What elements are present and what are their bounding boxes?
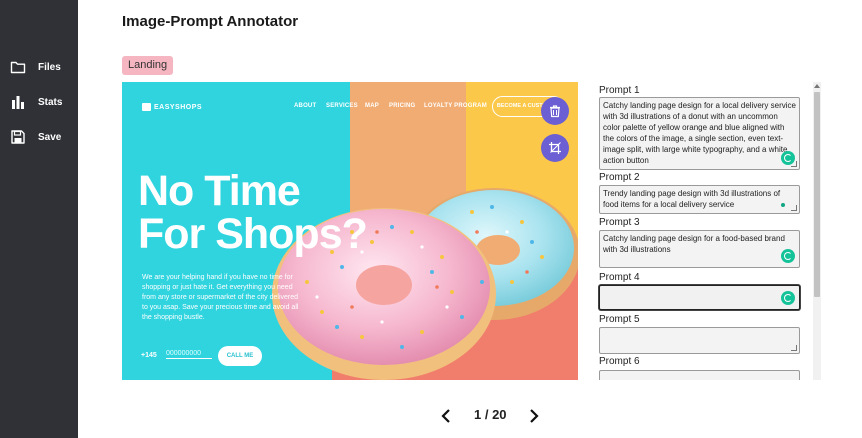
delete-image-button[interactable] xyxy=(541,97,569,125)
trash-icon xyxy=(550,105,560,118)
next-page-button[interactable] xyxy=(529,408,539,424)
sidebar-item-save[interactable]: Save xyxy=(10,129,61,145)
grammarly-status-dot xyxy=(781,203,785,207)
sidebar-item-label: Save xyxy=(38,131,62,143)
annotated-image: EASYSHOPS ABOUT SERVICES MAP PRICING LOY… xyxy=(122,82,578,380)
prompt-3-input[interactable]: Catchy landing page design for a food-ba… xyxy=(599,230,800,268)
grammarly-icon[interactable] xyxy=(781,249,795,263)
prompt-5-label: Prompt 5 xyxy=(599,314,640,325)
image-body-copy: We are your helping hand if you have no … xyxy=(142,274,299,321)
prompts-panel[interactable]: Prompt 1 Catchy landing page design for … xyxy=(596,82,820,380)
chevron-left-icon xyxy=(441,409,450,423)
resize-handle-icon[interactable] xyxy=(791,205,797,211)
page-indicator: 1 / 20 xyxy=(474,407,507,422)
prompt-2-label: Prompt 2 xyxy=(599,172,640,183)
category-tag: Landing xyxy=(122,56,174,75)
crop-image-button[interactable] xyxy=(541,134,569,162)
sidebar-item-files[interactable]: Files xyxy=(10,59,61,75)
image-headline-line2: For Shops? xyxy=(138,210,368,258)
sidebar: Files Stats Save xyxy=(0,0,78,438)
sidebar-item-label: Files xyxy=(38,61,61,73)
prompt-1-text: Catchy landing page design for a local d… xyxy=(603,101,796,165)
image-headline-line1: No Time xyxy=(138,167,301,215)
prompt-5-input[interactable] xyxy=(599,327,800,354)
image-phone-prefix: +145 xyxy=(141,352,157,359)
prompt-1-input[interactable]: Catchy landing page design for a local d… xyxy=(599,97,800,170)
prompt-1-label: Prompt 1 xyxy=(599,85,640,96)
bar-chart-icon xyxy=(10,94,26,110)
grammarly-icon[interactable] xyxy=(781,291,795,305)
resize-handle-icon[interactable] xyxy=(791,161,797,167)
crop-icon xyxy=(549,142,561,154)
sidebar-item-stats[interactable]: Stats xyxy=(10,94,62,110)
folder-icon xyxy=(10,59,26,75)
prompt-3-text: Catchy landing page design for a food-ba… xyxy=(603,234,785,254)
image-headline: No Time For Shops? xyxy=(138,170,438,256)
prompt-3-label: Prompt 3 xyxy=(599,217,640,228)
prompt-6-label: Prompt 6 xyxy=(599,356,640,367)
prompt-4-label: Prompt 4 xyxy=(599,272,640,283)
scroll-up-icon[interactable] xyxy=(814,84,820,88)
prompt-4-input[interactable] xyxy=(599,285,800,310)
page-title: Image-Prompt Annotator xyxy=(122,13,299,30)
floppy-disk-icon xyxy=(10,129,26,145)
sidebar-item-label: Stats xyxy=(38,96,63,108)
image-phone-input: 000000000 xyxy=(166,350,212,359)
resize-handle-icon[interactable] xyxy=(791,345,797,351)
prompt-2-text: Trendy landing page design with 3d illus… xyxy=(603,189,781,209)
prompt-2-input[interactable]: Trendy landing page design with 3d illus… xyxy=(599,185,800,214)
prompts-scrollbar-thumb[interactable] xyxy=(814,92,820,297)
image-call-button: CALL ME xyxy=(218,346,262,366)
chevron-right-icon xyxy=(530,409,539,423)
previous-page-button[interactable] xyxy=(441,408,451,424)
prompt-6-input[interactable] xyxy=(599,370,800,380)
